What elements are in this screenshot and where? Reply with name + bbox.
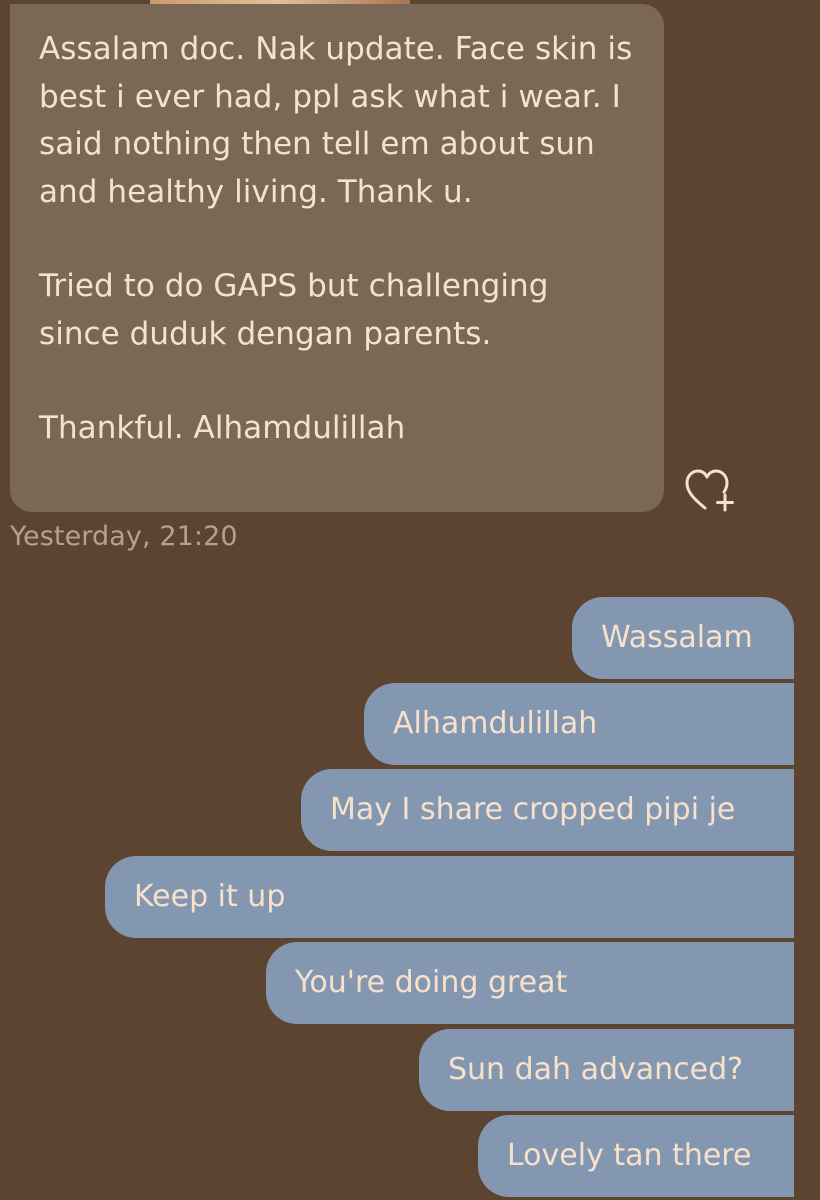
outgoing-message-bubble[interactable]: Lovely tan there <box>478 1115 794 1197</box>
incoming-message-paragraph-3: Thankful. Alhamdulillah <box>39 410 406 446</box>
incoming-message-paragraph-1: Assalam doc. Nak update. Face skin is be… <box>39 31 633 210</box>
incoming-message-bubble[interactable]: Assalam doc. Nak update. Face skin is be… <box>10 4 664 512</box>
heart-plus-icon[interactable] <box>680 465 738 513</box>
outgoing-message-bubble[interactable]: Wassalam <box>572 597 794 679</box>
outgoing-message-bubble[interactable]: Sun dah advanced? <box>419 1029 794 1111</box>
message-timestamp: Yesterday, 21:20 <box>10 521 238 552</box>
incoming-message-paragraph-2: Tried to do GAPS but challenging since d… <box>39 268 549 352</box>
outgoing-message-bubble[interactable]: Keep it up <box>105 856 794 938</box>
outgoing-message-bubble[interactable]: Alhamdulillah <box>364 683 794 765</box>
outgoing-message-bubble[interactable]: You're doing great <box>266 942 794 1024</box>
outgoing-message-bubble[interactable]: May I share cropped pipi je <box>301 769 794 851</box>
